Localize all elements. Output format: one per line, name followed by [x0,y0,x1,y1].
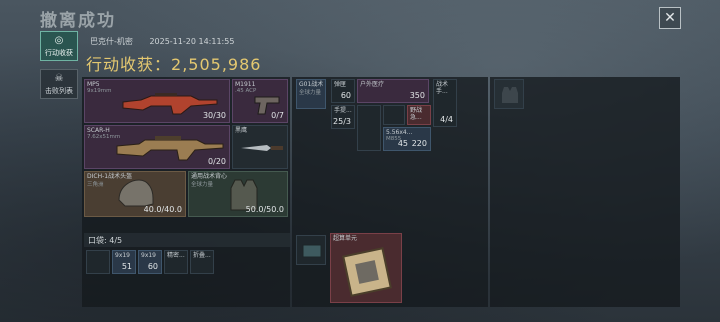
safebox-slot[interactable] [494,79,524,109]
item-count: 51 [121,262,132,271]
item-card[interactable] [296,235,326,265]
item-name: 战术手... [436,81,449,95]
pocket-item-precision[interactable]: 精密... [164,250,188,274]
loot-value: 2,505,986 [171,55,262,74]
helmet-sub: 三角洲 [87,182,104,188]
item-count: 45 [397,139,408,148]
map-name: 巴克什-机密 [90,37,133,46]
pocket-item-9x19[interactable]: 9x19 51 [112,250,136,274]
close-icon: ✕ [664,10,676,26]
item-name: 折叠... [193,252,211,259]
pocket-item-folding[interactable]: 折叠... [190,250,214,274]
item-outdoor-medkit[interactable]: 户外医疗 350 [357,79,429,103]
armor-name: 通用战术背心 [191,173,228,180]
close-button[interactable]: ✕ [659,7,681,29]
skull-icon: ☠ [54,73,64,84]
tab-kills[interactable]: ☠ 击败列表 [40,69,78,99]
pocket-empty-slot[interactable] [86,250,110,274]
item-supercomputer[interactable]: 超算单元 [330,233,402,303]
cpu-icon [342,247,392,297]
item-g01[interactable]: G01战术 全球力量 [296,79,326,109]
melee-slot[interactable]: 黑鹰 [232,125,288,169]
item-name: 9x19 [115,252,131,259]
loot-total: 行动收获：2,505,986 [86,51,261,75]
item-magazine[interactable]: 弹匣 60 [331,79,355,103]
card-icon [302,244,322,258]
pocket-label: 口袋: 4/5 [88,236,123,245]
item-tactical-gloves[interactable]: 战术手... 4/4 [433,79,457,127]
item-name: G01战术 [299,81,324,88]
knife-icon [241,145,283,151]
pocket-item-9x19[interactable]: 9x19 60 [138,250,162,274]
target-icon: ◎ [54,35,64,46]
weapon-caliber: 9x19mm [87,88,112,94]
armor-sub: 全球力量 [191,182,214,188]
item-name: 手提... [334,107,352,114]
item-name: 9x19 [141,252,157,259]
tab-loot-label: 行动收获 [45,49,73,57]
weapon-name: SCAR-H [87,127,110,134]
tab-loot[interactable]: ◎ 行动收获 [40,31,78,61]
weapon-name: M1911 [235,81,256,88]
weapon-slot-secondary[interactable]: SCAR-H 7.62x51mm 0/20 [84,125,230,169]
armor-durability: 50.0/50.0 [245,205,284,214]
item-count: 4/4 [440,115,453,124]
helmet-durability: 40.0/40.0 [143,205,182,214]
item-sub: 全球力量 [299,90,322,96]
item-count: 60 [340,91,351,100]
melee-name: 黑鹰 [235,127,248,134]
safebox-panel [490,77,680,307]
item-count: 25/3 [333,117,351,126]
item-count: 350 [409,91,425,100]
item-name: 5.56x4... [386,129,413,136]
item-empty-slot[interactable] [383,105,405,125]
item-empty-slot[interactable] [357,105,381,151]
session-meta: 巴克什-机密 2025-11-20 14:11:55 [90,36,248,47]
timestamp: 2025-11-20 14:11:55 [149,37,235,46]
weapon-ammo: 0/20 [208,157,226,166]
weapon-slot-primary[interactable]: MP5 9x19mm 30/30 [84,79,230,123]
item-name: 户外医疗 [360,81,385,88]
weapon-ammo: 0/7 [271,111,284,120]
item-name: 弹匣 [334,81,347,88]
armor-slot[interactable]: 通用战术背心 全球力量 50.0/50.0 [188,171,288,217]
item-handheld[interactable]: 手提... 25/3 [331,105,355,129]
item-count: 220 [411,139,427,148]
tab-kills-label: 击败列表 [45,87,73,95]
weapon-name: MP5 [87,81,100,88]
item-name: 野战急... [410,107,423,121]
vest-icon [502,87,518,103]
item-name: 精密... [167,252,185,259]
weapon-slot-pistol[interactable]: M1911 .45 ACP 0/7 [232,79,288,123]
item-556-ammo[interactable]: 5.56x4... M855 45 220 [383,127,431,151]
item-count: 60 [147,262,158,271]
item-name: 超算单元 [333,235,358,242]
weapon-ammo: 30/30 [202,111,226,120]
loot-label: 行动收获： [86,55,172,74]
helmet-slot[interactable]: DICH-1战术头盔 三角洲 40.0/40.0 [84,171,186,217]
page-title: 撤离成功 [40,11,116,31]
item-field-firstaid[interactable]: 野战急... [407,105,431,125]
